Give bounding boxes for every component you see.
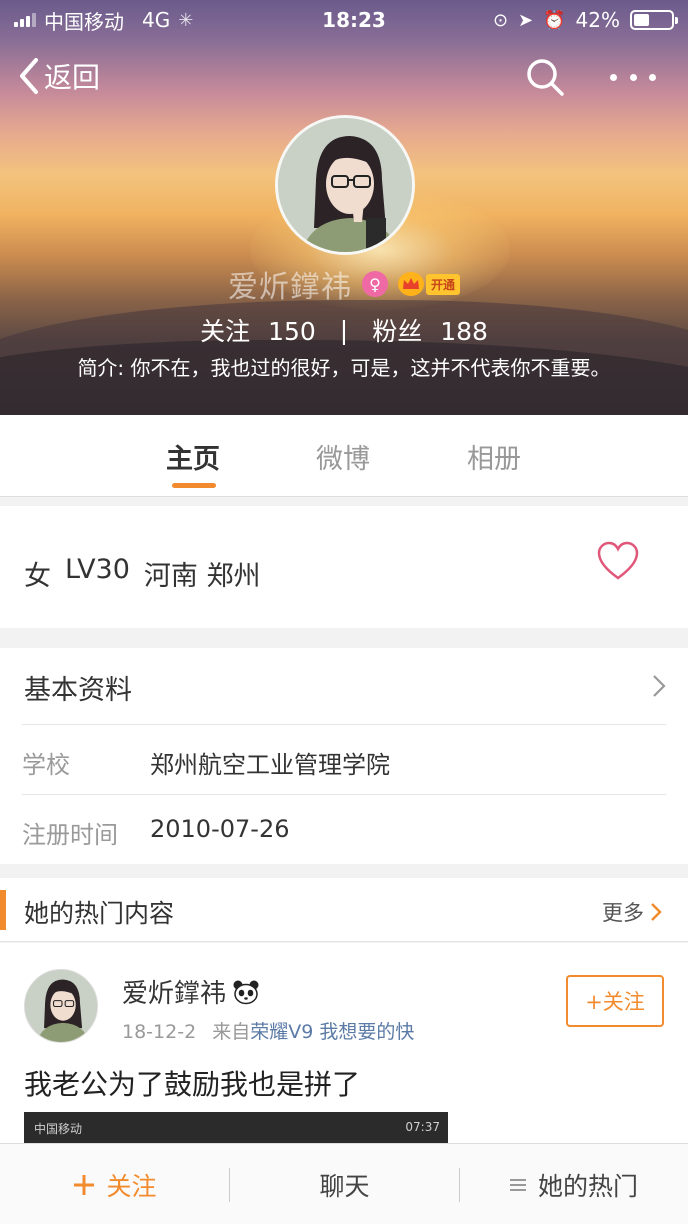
post-author-avatar[interactable] bbox=[24, 969, 98, 1043]
more-dot-icon bbox=[629, 73, 637, 81]
location-label: 河南 郑州 bbox=[143, 561, 261, 592]
followers-count-link[interactable]: 粉丝 188 bbox=[372, 312, 488, 348]
female-icon: ♀ bbox=[361, 271, 388, 297]
info-value: 2010-07-26 bbox=[150, 815, 290, 843]
status-time: 18:23 bbox=[322, 8, 386, 32]
battery-icon bbox=[630, 10, 678, 30]
more-label: 更多 bbox=[602, 901, 644, 925]
post-image-time: 07:37 bbox=[405, 1120, 440, 1134]
counts-divider: | bbox=[339, 315, 349, 345]
post-card[interactable]: 爱炘鐣祎 18-12-2 来自荣耀V9 我想要的快 +关注 我老公为了鼓励我也是… bbox=[0, 943, 688, 1143]
info-row-register-date: 注册时间 2010-07-26 bbox=[22, 794, 666, 864]
info-value: 郑州航空工业管理学院 bbox=[150, 751, 390, 779]
battery-percent: 42% bbox=[575, 8, 620, 32]
profile-name: 爱炘鐣祎 bbox=[227, 270, 352, 305]
following-label: 关注 bbox=[200, 317, 251, 346]
chevron-left-icon bbox=[20, 58, 38, 94]
post-image[interactable]: 中国移动 07:37 bbox=[24, 1112, 448, 1143]
more-options-button[interactable] bbox=[610, 56, 656, 98]
active-tab-indicator bbox=[172, 483, 216, 488]
post-date: 18-12-2 bbox=[122, 1021, 197, 1043]
section-accent-bar bbox=[0, 890, 6, 930]
followers-label: 粉丝 bbox=[372, 317, 423, 346]
signal-icon bbox=[14, 13, 36, 27]
avatar-illustration bbox=[25, 970, 97, 1042]
profile-tabs: 主页 微博 相册 bbox=[0, 415, 688, 497]
bottom-action-bar: 关注 聊天 她的热门 bbox=[0, 1143, 688, 1224]
follow-action-label: 关注 bbox=[106, 1171, 157, 1201]
gender-label: 女 bbox=[24, 561, 51, 592]
tab-weibo[interactable]: 微博 bbox=[316, 437, 370, 476]
follow-counts: 关注 150 | 粉丝 188 bbox=[0, 310, 688, 350]
basic-info-section: 基本资料 学校 郑州航空工业管理学院 注册时间 2010-07-26 bbox=[0, 648, 688, 864]
profile-name-row: 爱炘鐣祎 ♀ 开通 bbox=[0, 262, 688, 306]
nav-bar: 返回 bbox=[0, 50, 688, 106]
profile-bio: 简介: 你不在，我也过的很好，可是，这并不代表你不重要。 bbox=[77, 356, 611, 380]
carrier-label: 中国移动 bbox=[44, 9, 124, 34]
info-row-school: 学校 郑州航空工业管理学院 bbox=[22, 724, 666, 794]
post-meta: 18-12-2 来自荣耀V9 我想要的快 bbox=[122, 1017, 414, 1044]
her-hot-label: 她的热门 bbox=[537, 1171, 638, 1201]
post-source[interactable]: 荣耀V9 我想要的快 bbox=[250, 1021, 414, 1043]
back-button[interactable]: 返回 bbox=[18, 56, 100, 96]
follow-action-button[interactable]: 关注 bbox=[0, 1144, 229, 1224]
profile-cover: 中国移动 4G ✳ 18:23 ⊙ ➤ ⏰ 42% 返回 爱炘鐣祎 ♀ 开通 关… bbox=[0, 0, 688, 415]
info-key: 注册时间 bbox=[22, 821, 118, 849]
level-label: LV30 bbox=[65, 554, 130, 585]
post-author-name-row[interactable]: 爱炘鐣祎 bbox=[122, 973, 260, 1010]
basic-info-title: 基本资料 bbox=[24, 675, 132, 706]
status-bar: 中国移动 4G ✳ 18:23 ⊙ ➤ ⏰ 42% bbox=[0, 0, 688, 40]
network-label: 4G bbox=[142, 8, 171, 32]
hot-content-header: 她的热门内容 更多 bbox=[0, 878, 688, 942]
hot-content-title: 她的热门内容 bbox=[24, 899, 175, 928]
panda-icon bbox=[233, 980, 259, 1004]
her-hot-button[interactable]: 她的热门 bbox=[460, 1144, 688, 1224]
crown-icon bbox=[397, 272, 424, 296]
more-link[interactable]: 更多 bbox=[602, 897, 662, 927]
user-summary: 女 LV30 河南 郑州 bbox=[24, 554, 261, 593]
rotation-lock-icon: ⊙ bbox=[492, 9, 509, 31]
chat-label: 聊天 bbox=[319, 1171, 370, 1201]
chat-button[interactable]: 聊天 bbox=[230, 1144, 459, 1224]
more-dot-icon bbox=[649, 73, 656, 81]
search-icon bbox=[527, 59, 564, 96]
location-icon: ➤ bbox=[518, 9, 534, 31]
post-author-name: 爱炘鐣祎 bbox=[122, 979, 227, 1009]
vip-badge[interactable]: 开通 bbox=[397, 272, 460, 296]
following-count: 150 bbox=[268, 317, 316, 346]
like-heart-button[interactable] bbox=[596, 540, 640, 582]
avatar-illustration bbox=[278, 118, 412, 252]
info-key: 学校 bbox=[22, 751, 70, 779]
profile-avatar[interactable] bbox=[275, 115, 415, 255]
heart-icon bbox=[597, 541, 639, 580]
post-from-label: 来自 bbox=[212, 1021, 251, 1043]
tab-album[interactable]: 相册 bbox=[467, 437, 521, 476]
followers-count: 188 bbox=[440, 317, 488, 346]
menu-lines-icon bbox=[509, 1178, 526, 1191]
more-dot-icon bbox=[610, 73, 617, 81]
plus-icon bbox=[74, 1174, 95, 1195]
basic-info-header[interactable]: 基本资料 bbox=[0, 648, 688, 724]
chevron-right-icon bbox=[653, 675, 666, 697]
loading-icon: ✳ bbox=[178, 9, 194, 31]
alarm-icon: ⏰ bbox=[543, 9, 566, 31]
back-label: 返回 bbox=[44, 61, 101, 94]
search-button[interactable] bbox=[524, 56, 566, 98]
follow-button[interactable]: +关注 bbox=[566, 975, 664, 1027]
following-count-link[interactable]: 关注 150 bbox=[200, 312, 316, 348]
vip-open-label: 开通 bbox=[425, 273, 460, 295]
post-image-carrier: 中国移动 bbox=[34, 1122, 83, 1136]
chevron-right-icon bbox=[651, 903, 662, 921]
user-summary-card: 女 LV30 河南 郑州 bbox=[0, 506, 688, 628]
tab-home[interactable]: 主页 bbox=[166, 437, 220, 476]
post-text: 我老公为了鼓励我也是拼了 bbox=[24, 1068, 361, 1101]
